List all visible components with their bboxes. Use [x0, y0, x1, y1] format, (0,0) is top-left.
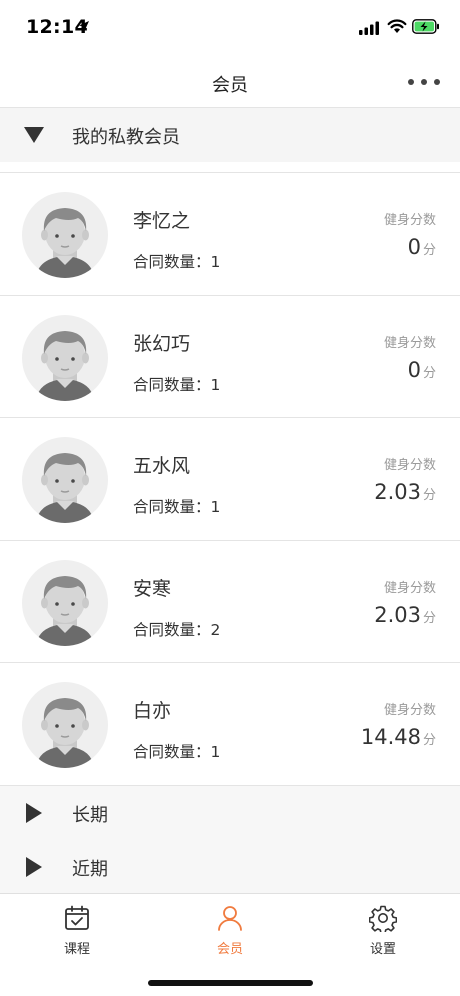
member-row[interactable]: 张幻巧 合同数量：1 健身分数 0分 — [0, 295, 460, 418]
group-label: 我的私教会员 — [72, 127, 180, 148]
tab-settings[interactable]: 设置 — [338, 904, 428, 960]
person-icon — [218, 906, 242, 931]
contract-count: 合同数量：1 — [133, 373, 220, 395]
battery-charging-icon — [412, 19, 439, 34]
gear-icon — [368, 905, 398, 935]
member-name: 白亦 — [133, 700, 172, 722]
contract-count-value: 1 — [210, 498, 221, 516]
fitness-score-label: 健身分数 — [383, 213, 436, 228]
tab-label: 设置 — [369, 942, 396, 957]
fitness-score: 2.03 分 — [374, 480, 436, 504]
more-dot-icon — [434, 79, 440, 85]
fitness-score-value: 14.48 — [360, 725, 421, 749]
fitness-score-unit: 分 — [422, 243, 436, 258]
tab-label: 课程 — [63, 942, 90, 957]
triangle-right-icon — [26, 803, 42, 823]
fitness-score-unit: 分 — [422, 733, 436, 748]
contract-count: 合同数量：2 — [133, 618, 220, 640]
fitness-score-unit: 分 — [422, 488, 436, 503]
fitness-score-value: 2.03 — [374, 602, 421, 627]
calendar-check-icon — [65, 905, 89, 930]
member-name: 李忆之 — [133, 210, 191, 232]
page-title: 会员 — [212, 75, 248, 96]
fitness-score-unit: 分 — [422, 610, 436, 626]
more-options-button[interactable] — [406, 70, 442, 94]
fitness-score: 0分 — [408, 235, 436, 259]
fitness-score: 14.48 分 — [361, 725, 436, 749]
wifi-icon — [387, 19, 407, 33]
cellular-signal-icon — [359, 21, 379, 35]
navigation-bar: 会员 — [0, 56, 460, 108]
triangle-down-icon — [24, 127, 44, 143]
location-arrow-icon — [79, 21, 89, 31]
avatar — [22, 559, 108, 646]
contract-count-value: 1 — [210, 743, 221, 761]
contract-count-label: 合同数量： — [133, 375, 211, 394]
member-row[interactable]: 五水风 合同数量：1 健身分数 2.03 分 — [0, 418, 460, 541]
fitness-score-value: 0 — [407, 235, 421, 259]
contract-count-label: 合同数量： — [133, 743, 211, 761]
group-header-recent[interactable]: 近期 — [0, 840, 460, 894]
group-label: 近期 — [72, 859, 108, 880]
more-dot-icon — [421, 79, 427, 85]
fitness-score-label: 健身分数 — [383, 703, 436, 718]
group-header-long-term[interactable]: 长期 — [0, 786, 460, 840]
group-label: 长期 — [72, 805, 108, 826]
tab-label: 会员 — [216, 942, 243, 957]
member-list: 李忆之 合同数量：1 健身分数 0分 张幻巧 合同数量：1 健身分数 0分 五水… — [0, 172, 460, 786]
status-bar: 12:14 — [0, 0, 460, 56]
fitness-score: 2.03 分 — [374, 603, 436, 627]
contract-count: 合同数量：1 — [133, 740, 220, 762]
more-dot-icon — [408, 79, 414, 85]
member-row[interactable]: 安寒 合同数量：2 健身分数 2.03 分 — [0, 540, 460, 663]
group-header-private-members[interactable]: 我的私教会员 — [0, 108, 460, 162]
tab-member[interactable]: 会员 — [185, 904, 275, 960]
tab-course[interactable]: 课程 — [32, 904, 122, 960]
contract-count-value: 1 — [210, 253, 221, 271]
fitness-score: 0分 — [408, 358, 436, 382]
avatar — [22, 682, 108, 768]
member-name: 安寒 — [133, 577, 172, 600]
fitness-score-value: 2.03 — [374, 480, 421, 504]
contract-count-value: 1 — [210, 375, 221, 394]
triangle-right-icon — [26, 857, 42, 877]
fitness-score-label: 健身分数 — [383, 580, 436, 596]
fitness-score-label: 健身分数 — [383, 335, 436, 351]
contract-count: 合同数量：1 — [133, 495, 220, 517]
member-name: 张幻巧 — [133, 332, 191, 355]
fitness-score-unit: 分 — [422, 365, 436, 381]
member-row[interactable]: 李忆之 合同数量：1 健身分数 0分 — [0, 173, 460, 296]
contract-count: 合同数量：1 — [133, 250, 220, 272]
avatar — [22, 314, 108, 401]
avatar — [22, 192, 108, 278]
contract-count-value: 2 — [210, 620, 221, 639]
member-name: 五水风 — [133, 455, 191, 477]
member-row[interactable]: 白亦 合同数量：1 健身分数 14.48 分 — [0, 663, 460, 786]
contract-count-label: 合同数量： — [133, 620, 211, 639]
contract-count-label: 合同数量： — [133, 253, 211, 271]
contract-count-label: 合同数量： — [133, 498, 211, 516]
fitness-score-label: 健身分数 — [383, 458, 436, 473]
fitness-score-value: 0 — [407, 357, 421, 382]
home-indicator — [148, 980, 313, 986]
avatar — [22, 437, 108, 523]
